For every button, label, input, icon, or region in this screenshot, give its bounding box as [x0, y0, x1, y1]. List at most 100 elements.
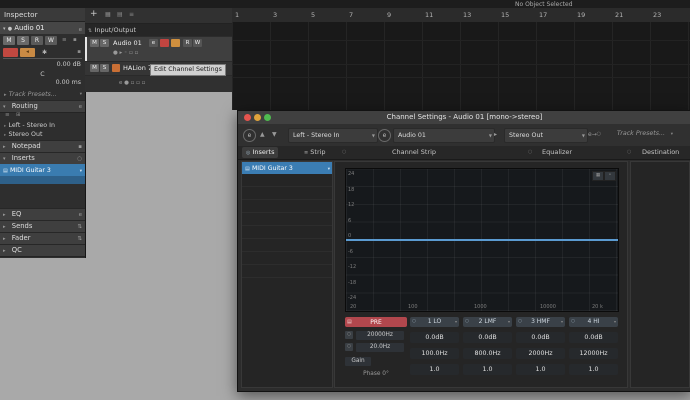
- edit-channel-settings-button[interactable]: e: [149, 39, 158, 47]
- insert-slot-empty[interactable]: [242, 252, 332, 265]
- insert-slot-item[interactable]: ▤ MIDI Guitar 3 ▾: [0, 164, 85, 176]
- band-q-value[interactable]: 1.0: [410, 364, 459, 375]
- input-routing-row[interactable]: ▸ Left - Stereo In: [0, 121, 85, 130]
- band-gain-value[interactable]: 0.0dB: [463, 332, 512, 343]
- band-gain-value[interactable]: 0.0dB: [516, 332, 565, 343]
- eq-settings-button[interactable]: ⚬: [604, 171, 616, 181]
- write-automation-button[interactable]: W: [193, 39, 202, 47]
- eq-band-header[interactable]: ○3 HMF▾: [516, 317, 565, 327]
- zoom-button[interactable]: [264, 114, 271, 121]
- delay-value[interactable]: 0.00 ms: [56, 79, 81, 86]
- timeline-grid[interactable]: [232, 22, 690, 110]
- eq-display-mode-button[interactable]: ▦: [592, 171, 604, 181]
- panel-toggle-icon[interactable]: ○: [528, 149, 532, 155]
- high-cut-freq-value[interactable]: 20000Hz: [356, 331, 404, 340]
- output-bus-icon[interactable]: ⊞: [16, 112, 21, 118]
- band-freq-value[interactable]: 12000Hz: [569, 348, 618, 359]
- minimize-button[interactable]: [254, 114, 261, 121]
- record-enable-button[interactable]: [3, 48, 18, 57]
- eq-band-header[interactable]: ○1 LO▾: [410, 317, 459, 327]
- mute-button[interactable]: M: [3, 36, 15, 45]
- window-title-bar[interactable]: Channel Settings - Audio 01 [mono->stere…: [238, 111, 690, 125]
- band-freq-value[interactable]: 2000Hz: [516, 348, 565, 359]
- mute-button[interactable]: M: [90, 39, 99, 47]
- band-freq-value[interactable]: 800.0Hz: [463, 348, 512, 359]
- instrument-icon[interactable]: [112, 64, 120, 72]
- edit-icon[interactable]: e: [378, 129, 391, 142]
- band-gain-value[interactable]: 0.0dB: [410, 332, 459, 343]
- panel-toggle-icon[interactable]: ○: [627, 149, 631, 155]
- track-row-audio[interactable]: M S Audio 01 e R W ● ▸ ◦ ▫ ▫: [85, 37, 232, 62]
- timeline-ruler[interactable]: 135791113151719212325: [232, 8, 690, 23]
- solo-button[interactable]: S: [100, 39, 109, 47]
- keyboard-icon[interactable]: ▪: [77, 49, 81, 55]
- mute-button[interactable]: M: [90, 64, 99, 72]
- band-gain-value[interactable]: 0.0dB: [569, 332, 618, 343]
- track-filter-icon[interactable]: ▤: [117, 11, 123, 18]
- insert-slot-item[interactable]: ▤ MIDI Guitar 3 ▾: [242, 162, 332, 174]
- read-automation-button[interactable]: R: [183, 39, 192, 47]
- edit-output-icon[interactable]: e→: [588, 131, 597, 138]
- band-q-value[interactable]: 1.0: [516, 364, 565, 375]
- channel-select[interactable]: Audio 01 ▼: [393, 128, 495, 143]
- folder-track-row[interactable]: ⇅ Input/Output: [85, 24, 232, 36]
- solo-button[interactable]: S: [17, 36, 29, 45]
- track-name[interactable]: HALion 7: [123, 64, 152, 72]
- track-list-menu-icon[interactable]: ≡: [129, 11, 134, 18]
- tab-strip[interactable]: ≣ Strip: [300, 147, 330, 158]
- panel-toggle-icon[interactable]: ○: [342, 149, 346, 155]
- tab-channel-strip[interactable]: Channel Strip: [388, 147, 440, 158]
- eq-band-header[interactable]: ○4 HI▾: [569, 317, 618, 327]
- track-visibility-icon[interactable]: ▦: [105, 11, 111, 18]
- output-routing-row[interactable]: ▸ Stereo Out: [0, 130, 85, 139]
- input-bus-icon[interactable]: ≡: [5, 112, 10, 118]
- edit-icon[interactable]: ▪: [73, 37, 77, 43]
- track-name[interactable]: Audio 01: [113, 39, 142, 47]
- band-power-icon[interactable]: ○: [412, 317, 416, 327]
- section-qc[interactable]: ▸ QC: [0, 244, 85, 257]
- insert-slot-strip[interactable]: [0, 176, 85, 184]
- tab-equalizer[interactable]: Equalizer: [538, 147, 576, 158]
- insert-slot-empty[interactable]: [242, 200, 332, 213]
- monitor-button[interactable]: ◂: [20, 48, 35, 57]
- solo-button[interactable]: S: [100, 64, 109, 72]
- input-routing-select[interactable]: Left - Stereo In ▼: [288, 128, 378, 143]
- read-automation-button[interactable]: R: [31, 36, 43, 45]
- inspector-track-header[interactable]: ▾ ● Audio 01 e: [0, 22, 85, 34]
- insert-slot-empty[interactable]: [242, 187, 332, 200]
- edit-icon[interactable]: e: [243, 129, 256, 142]
- insert-slot-empty[interactable]: [242, 239, 332, 252]
- band-power-icon[interactable]: ○: [465, 317, 469, 327]
- band-power-icon[interactable]: ○: [571, 317, 575, 327]
- add-track-button[interactable]: +: [90, 9, 98, 19]
- auto-fades-icon[interactable]: ≡: [62, 37, 67, 43]
- band-q-value[interactable]: 1.0: [569, 364, 618, 375]
- inspector-tab[interactable]: Inspector: [0, 8, 85, 22]
- volume-slider[interactable]: [3, 58, 82, 59]
- track-presets-menu[interactable]: Track Presets...: [617, 130, 665, 137]
- tab-destination[interactable]: Destination: [638, 147, 683, 158]
- eq-band-header[interactable]: ○2 LMF▾: [463, 317, 512, 327]
- eq-curve-display[interactable]: 24181260-6-12-18-24 2010010001000020 k ▦…: [345, 168, 619, 312]
- next-channel-icon[interactable]: ▼: [272, 131, 277, 138]
- previous-channel-icon[interactable]: ▲: [260, 131, 265, 138]
- freeze-icon[interactable]: ✱: [42, 49, 47, 56]
- record-enable-button[interactable]: [160, 39, 169, 47]
- eq-curve-line[interactable]: [346, 239, 618, 241]
- track-presets-row[interactable]: ▸ Track Presets... ▾: [0, 89, 85, 99]
- high-cut-power-button[interactable]: ○: [345, 331, 353, 339]
- pre-filters-button[interactable]: ▤ PRE: [345, 317, 407, 327]
- monitor-button[interactable]: [171, 39, 180, 47]
- tab-inserts[interactable]: ◎ Inserts: [242, 147, 278, 158]
- pre-gain-label[interactable]: Gain: [345, 357, 371, 366]
- pan-control[interactable]: C: [0, 70, 85, 78]
- insert-slot-empty[interactable]: [242, 226, 332, 239]
- insert-slot-empty[interactable]: [242, 265, 332, 278]
- band-freq-value[interactable]: 100.0Hz: [410, 348, 459, 359]
- insert-slot-empty[interactable]: [242, 174, 332, 187]
- write-automation-button[interactable]: W: [45, 36, 57, 45]
- volume-value[interactable]: 0.00 dB: [57, 61, 81, 68]
- low-cut-freq-value[interactable]: 20.0Hz: [356, 343, 404, 352]
- output-routing-select[interactable]: Stereo Out ▼: [504, 128, 588, 143]
- close-button[interactable]: [244, 114, 251, 121]
